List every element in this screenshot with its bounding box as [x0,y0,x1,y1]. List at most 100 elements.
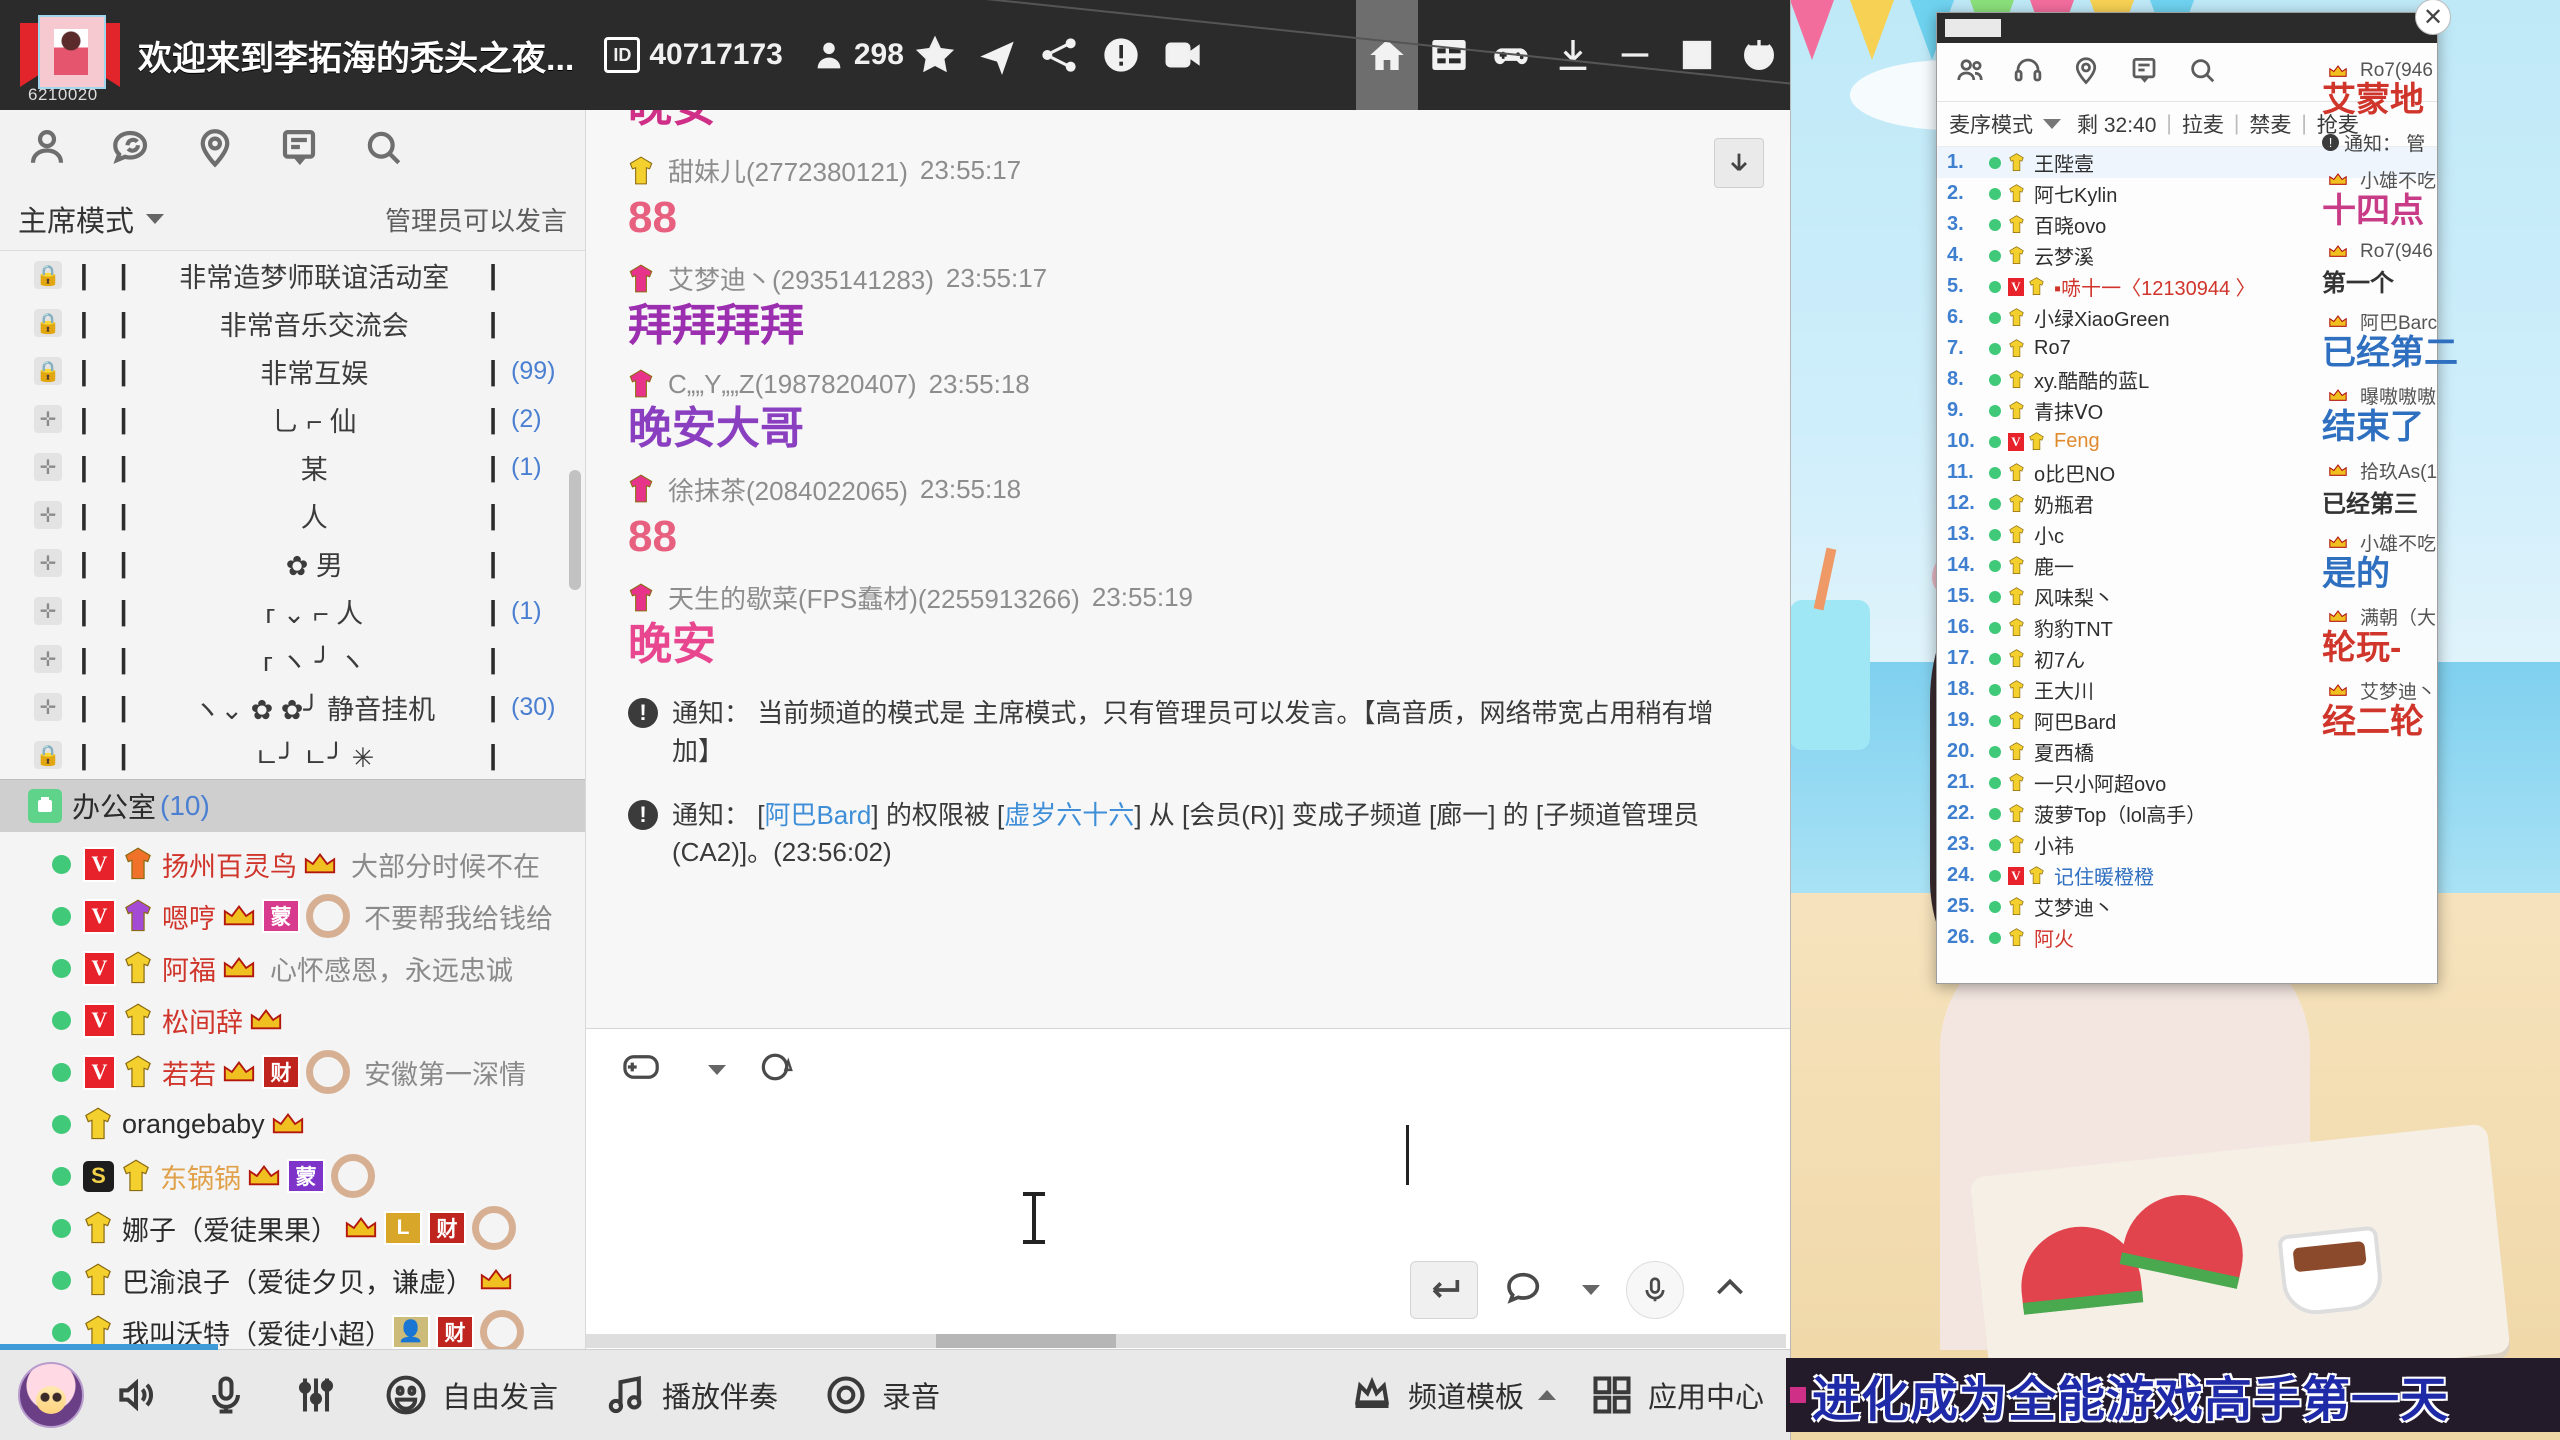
gown-icon [2009,525,2024,543]
lock-icon[interactable]: 🔒 [34,741,62,769]
app-center-button[interactable]: 应用中心 [1590,1373,1764,1417]
video-icon[interactable] [1152,0,1214,110]
channel-row[interactable]: ✛ | | ヽ⌄ ✿ ✿╯ 静音挂机 | (30) [0,683,585,731]
lock-icon[interactable]: 🔒 [34,309,62,337]
gamepad-icon[interactable] [1480,0,1542,110]
channel-indent: | | [80,499,140,530]
notice-link[interactable]: 阿巴Bard [764,800,871,830]
search-icon[interactable] [2187,55,2217,90]
airplane-icon[interactable] [966,0,1028,110]
message-author[interactable]: C„„Y„„Z(1987820407) [668,369,917,400]
message-author[interactable]: 艾梦迪丶(2935141283) [668,260,934,297]
channel-row[interactable]: 🔒 | | 非常音乐交流会 | [0,299,585,347]
note-icon[interactable] [2129,55,2159,90]
speech-bubble-icon[interactable] [1504,1268,1544,1313]
expand-plus-icon[interactable]: ✛ [34,645,62,673]
channel-row[interactable]: 🔒 | | 非常互娱 | (99) [0,347,585,395]
mode-selector[interactable]: 主席模式 管理员可以发言 [0,188,585,251]
speaker-button[interactable] [114,1373,158,1417]
expand-plus-icon[interactable]: ✛ [34,597,62,625]
notice-link[interactable]: 虚岁六十六 [1004,800,1134,830]
microphone-button[interactable] [204,1373,248,1417]
user-row[interactable]: 巴渝浪子（爱徒夕贝，谦虚） [0,1254,585,1306]
download-icon[interactable] [1542,0,1604,110]
power-icon[interactable] [1728,0,1790,110]
enter-send-icon[interactable] [1410,1261,1478,1319]
message-author[interactable]: 甜妹儿(2772380121) [668,152,908,189]
list-icon[interactable] [1418,0,1480,110]
channel-row[interactable]: ✛ | | 人 | [0,491,585,539]
channel-row[interactable]: ✛ | | ✿ 男 | [0,539,585,587]
channel-row[interactable]: 🔒 | | ㄴ╯ ㄴ╯ ✳ | [0,731,585,779]
chevron-down-icon[interactable] [2043,119,2061,129]
expand-plus-icon[interactable]: ✛ [34,693,62,721]
microphone-icon[interactable] [1626,1261,1684,1319]
record-button[interactable]: 录音 [824,1373,940,1417]
mic-queue-titlebar[interactable] [1937,13,2437,43]
user-row[interactable]: V 嗯哼 蒙 不要帮我给钱给 [0,890,585,942]
online-status-dot [1989,528,2001,541]
chevron-down-icon[interactable] [708,1064,726,1075]
close-icon[interactable]: ✕ [2415,0,2451,35]
gown-icon [2009,308,2024,326]
online-status-dot [52,1010,71,1030]
user-row[interactable]: S 东锅锅 蒙 [0,1150,585,1202]
gamepad-emoji-icon[interactable] [622,1047,666,1092]
avatar[interactable] [18,1362,84,1428]
bottom-toolbar: 自由发言 播放伴奏 录音 频道模板 应用中心 [0,1349,1790,1440]
person-icon[interactable] [26,126,68,173]
minimize-icon[interactable] [1604,0,1666,110]
mic-headset-icon[interactable] [2013,55,2043,90]
s-badge: S [83,1160,114,1192]
message-composer[interactable] [586,1028,1790,1349]
chevron-up-icon[interactable] [1710,1268,1750,1313]
channel-row[interactable]: 🔒 | | 非常造梦师联谊活动室 | [0,251,585,299]
user-row[interactable]: V 松间辞 [0,994,585,1046]
expand-plus-icon[interactable]: ✛ [34,501,62,529]
user-row[interactable]: 我叫沃特（爱徒小超） 👤 财 [0,1306,585,1349]
free-speech-button[interactable]: 自由发言 [384,1373,558,1417]
user-row[interactable]: orangebaby [0,1098,585,1150]
mute-mic-button[interactable]: 禁麦 [2249,109,2291,139]
channel-row[interactable]: ✛ | | г ヽ ╯ ヽ | [0,635,585,683]
lock-icon[interactable]: 🔒 [34,357,62,385]
font-color-icon[interactable] [756,1047,800,1092]
location-pin-icon[interactable] [194,126,236,173]
location-pin-icon[interactable] [2071,55,2101,90]
note-icon[interactable] [278,126,320,173]
user-row[interactable]: V 阿福 心怀感恩，永远忠诚 [0,942,585,994]
user-row[interactable]: V 扬州百灵鸟 大部分时候不在 [0,838,585,890]
channel-row[interactable]: ✛ | | г ⌄ ⌐ 人 | (1) [0,587,585,635]
user-list: V 扬州百灵鸟 大部分时候不在 V 嗯哼蒙不要帮我给钱给 V 阿福 心怀感恩，永远忠诚 V 松间辞… [0,832,585,1349]
chevron-up-icon[interactable] [1537,1390,1556,1400]
favorite-star-button[interactable] [904,0,966,110]
chevron-down-icon[interactable] [1582,1285,1600,1295]
horizontal-scrollbar[interactable] [586,1334,1786,1348]
maximize-icon[interactable] [1666,0,1728,110]
notice-text: 通知： [阿巴Bard] 的权限被 [虚岁六十六] 从 [会员(R)] 变成子频… [672,799,1700,868]
message-author[interactable]: 天生的歇菜(FPS蠢材)(2255913266) [668,579,1080,616]
expand-plus-icon[interactable]: ✛ [34,405,62,433]
channel-template-button[interactable]: 频道模板 [1350,1373,1556,1417]
search-icon[interactable] [362,126,404,173]
pull-mic-button[interactable]: 拉麦 [2182,109,2224,139]
user-row[interactable]: V 若若 财 安徽第一深情 [0,1046,585,1098]
expand-plus-icon[interactable]: ✛ [34,453,62,481]
chat-sync-icon[interactable] [110,126,152,173]
channel-row[interactable]: ✛ | | 某 | (1) [0,443,585,491]
user-row[interactable]: 娜子（爱徒果果） L 财 [0,1202,585,1254]
people-icon[interactable] [1955,55,1985,90]
home-icon[interactable] [1356,0,1418,110]
mixer-button[interactable] [294,1373,338,1417]
lock-icon[interactable]: 🔒 [34,261,62,289]
office-group-header[interactable]: 办公室 (10) [0,779,585,832]
channel-scrollbar[interactable] [569,470,581,590]
play-accompaniment-button[interactable]: 播放伴奏 [604,1373,778,1417]
report-icon[interactable] [1090,0,1152,110]
channel-row[interactable]: ✛ | | 乚 ⌐ 仙 | (2) [0,395,585,443]
message-author[interactable]: 徐抹茶(2084022065) [668,471,908,508]
mic-mode-label[interactable]: 麦序模式 [1949,109,2033,139]
online-status-dot [1989,900,2001,913]
expand-plus-icon[interactable]: ✛ [34,549,62,577]
share-icon[interactable] [1028,0,1090,110]
